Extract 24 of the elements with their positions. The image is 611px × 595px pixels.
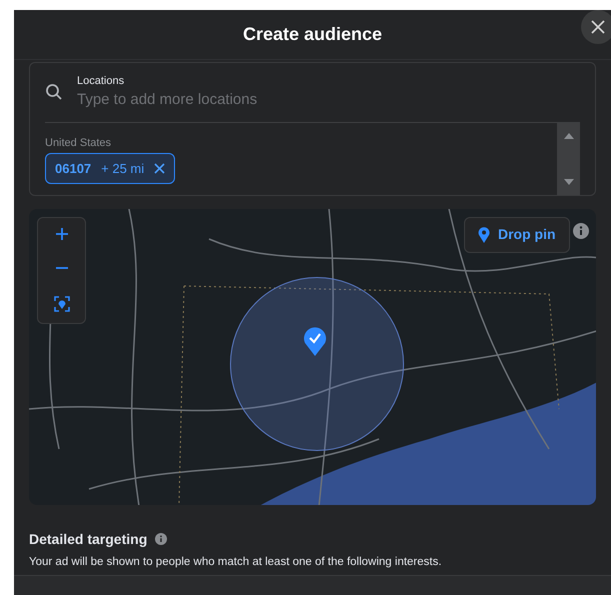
scroll-up-icon[interactable] bbox=[564, 132, 574, 139]
info-icon[interactable] bbox=[573, 222, 589, 239]
zip-code: 06107 bbox=[55, 160, 92, 178]
dialog-title: Create audience bbox=[242, 22, 382, 46]
drop-pin-button[interactable]: Drop pin bbox=[464, 216, 570, 253]
locations-input[interactable]: Type to add more locations bbox=[77, 89, 377, 112]
location-chip[interactable]: 06107 + 25 mi bbox=[45, 153, 176, 184]
info-icon[interactable] bbox=[155, 533, 168, 546]
close-button[interactable] bbox=[581, 10, 611, 44]
country-label: United States bbox=[45, 136, 112, 151]
locations-field[interactable]: Locations Type to add more locations bbox=[45, 62, 580, 123]
section-description: Your ad will be shown to people who match at least one of the following interests. bbox=[29, 554, 443, 570]
zoom-in-icon[interactable] bbox=[56, 228, 68, 240]
scrollbar[interactable] bbox=[557, 122, 580, 195]
locations-label: Locations bbox=[77, 74, 126, 89]
close-icon bbox=[590, 19, 606, 35]
search-icon bbox=[45, 83, 63, 102]
locate-icon[interactable] bbox=[54, 296, 70, 312]
radius-text: + 25 mi bbox=[101, 160, 144, 178]
remove-icon[interactable] bbox=[154, 163, 166, 174]
map-pin-icon bbox=[478, 226, 490, 243]
scroll-down-icon[interactable] bbox=[564, 178, 574, 185]
section-title: Detailed targeting bbox=[29, 530, 148, 549]
location-pin-icon bbox=[303, 326, 327, 356]
